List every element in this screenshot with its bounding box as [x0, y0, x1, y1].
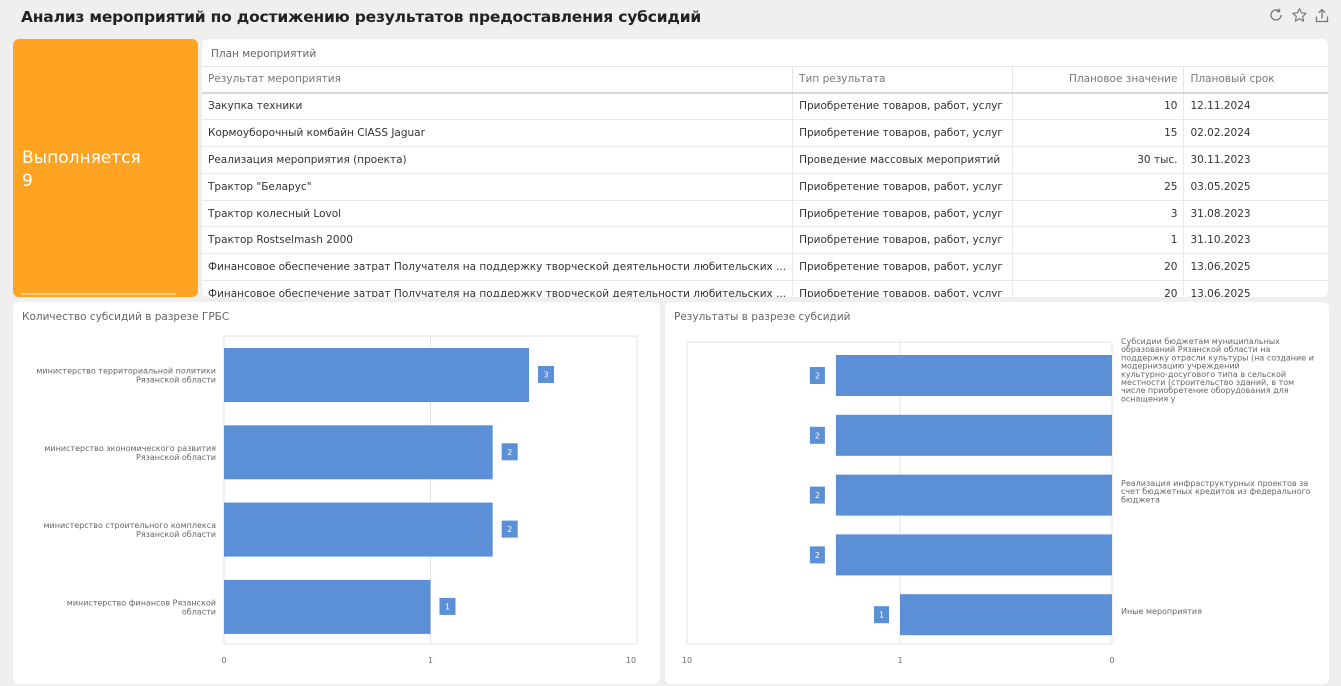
- category-label: министерство строительного комплекса: [44, 521, 217, 530]
- category-label: Рязанской области: [136, 376, 216, 385]
- table-cell: Приобретение товаров, работ, услуг: [792, 119, 1013, 147]
- category-label: оснащения у: [1121, 394, 1176, 403]
- bar[interactable]: [835, 414, 1112, 456]
- table-cell: 20: [1012, 280, 1185, 297]
- table-cell: 30 тыс.: [1012, 146, 1185, 174]
- kpi-label: Выполняется: [22, 148, 141, 168]
- data-label: 1: [879, 611, 884, 620]
- bar[interactable]: [900, 594, 1112, 636]
- category-label: министерство финансов Рязанской: [67, 598, 216, 607]
- table-cell: Приобретение товаров, работ, услуг: [792, 200, 1013, 228]
- x-tick-label: 1: [897, 656, 902, 665]
- results-chart-panel: Результаты в разрезе субсидий 2 2 2 2 1 Субси…: [665, 302, 1329, 684]
- table-cell: 31.10.2023: [1183, 226, 1328, 255]
- table-row[interactable]: Кормоуборочный комбайн ClASS Jaguar Приоб…: [202, 119, 1328, 147]
- toolbar: [1267, 5, 1331, 25]
- table-cell: Закупка техники: [202, 92, 794, 120]
- category-label: Рязанской области: [136, 453, 216, 462]
- table-cell: 15: [1012, 119, 1185, 147]
- table-cell: Приобретение товаров, работ, услуг: [792, 280, 1013, 297]
- bar[interactable]: [835, 474, 1112, 516]
- table-cell: Приобретение товаров, работ, услуг: [792, 173, 1013, 201]
- table-cell: 03.05.2025: [1183, 173, 1328, 201]
- results-bar-chart: 22221Субсидии бюджетам муниципальныхобра…: [682, 337, 1314, 665]
- table-cell: 3: [1012, 200, 1185, 228]
- grbs-bar-chart: 3министерство территориальной политикиРя…: [36, 335, 638, 665]
- data-label: 3: [543, 371, 548, 380]
- kpi-value: 9: [22, 171, 33, 191]
- category-label: министерство территориальной политики: [36, 367, 216, 376]
- table-cell: Реализация мероприятия (проекта): [202, 146, 794, 174]
- category-label: министерство экономического развития: [44, 444, 216, 453]
- table-row[interactable]: Закупка техники Приобретение товаров, раб…: [202, 92, 1328, 120]
- bar[interactable]: [835, 355, 1112, 396]
- table-cell: Трактор колесный Lovol: [202, 200, 794, 228]
- table-row[interactable]: Финансовое обеспечение затрат Получателя…: [202, 280, 1328, 297]
- bar[interactable]: [224, 425, 493, 480]
- table-cell: 20: [1012, 253, 1185, 282]
- table-cell: 31.08.2023: [1183, 200, 1328, 228]
- plan-table-panel: План мероприятий Результат мероприятия Т…: [202, 39, 1328, 297]
- data-label: 2: [815, 372, 820, 381]
- data-label: 1: [445, 602, 450, 611]
- table-row[interactable]: Реализация мероприятия (проекта) Проведен…: [202, 146, 1328, 174]
- kpi-scrollbar[interactable]: [21, 293, 176, 295]
- x-tick-label: 10: [682, 656, 692, 665]
- table-cell: 25: [1012, 173, 1185, 201]
- data-label: 2: [507, 448, 512, 457]
- table-cell: Приобретение товаров, работ, услуг: [792, 253, 1013, 282]
- category-label: Рязанской области: [136, 530, 216, 539]
- table-cell: 02.02.2024: [1183, 119, 1328, 147]
- bar[interactable]: [224, 348, 530, 402]
- table-cell: Трактор Rostselmash 2000: [202, 226, 794, 255]
- x-tick-label: 1: [428, 656, 433, 665]
- table-cell: Трактор "Беларус": [202, 173, 794, 201]
- table-cell: Приобретение товаров, работ, услуг: [792, 226, 1013, 255]
- bar[interactable]: [835, 534, 1112, 576]
- table-cell: Финансовое обеспечение затрат Получателя…: [202, 280, 794, 297]
- column-header[interactable]: Тип результата: [792, 66, 1013, 94]
- x-tick-label: 0: [221, 656, 226, 665]
- share-icon[interactable]: [1313, 5, 1331, 25]
- table-cell: 1: [1012, 226, 1185, 255]
- table-row[interactable]: Финансовое обеспечение затрат Получателя…: [202, 253, 1328, 282]
- table-cell: 12.11.2024: [1183, 92, 1328, 120]
- table-row[interactable]: Трактор колесный Lovol Приобретение товар…: [202, 200, 1328, 228]
- category-label: бюджета: [1121, 495, 1160, 504]
- data-label: 2: [815, 431, 820, 440]
- panel-title: План мероприятий: [211, 48, 317, 60]
- table-cell: 10: [1012, 92, 1185, 120]
- data-label: 2: [507, 525, 512, 534]
- table-header-row: Результат мероприятия Тип результата Пла…: [202, 66, 1328, 94]
- page-title: Анализ мероприятий по достижению результ…: [21, 8, 702, 26]
- bar[interactable]: [224, 502, 493, 557]
- table-cell: Финансовое обеспечение затрат Получателя…: [202, 253, 794, 282]
- bar[interactable]: [224, 579, 431, 634]
- data-label: 2: [815, 491, 820, 500]
- column-header[interactable]: Плановый срок: [1183, 66, 1328, 94]
- plan-table: Результат мероприятия Тип результата Пла…: [202, 66, 1328, 297]
- data-label: 2: [815, 551, 820, 560]
- kpi-tile-in-progress[interactable]: Выполняется 9: [13, 39, 198, 297]
- table-cell: Кормоуборочный комбайн ClASS Jaguar: [202, 119, 794, 147]
- table-row[interactable]: Трактор Rostselmash 2000 Приобретение тов…: [202, 226, 1328, 255]
- grbs-chart-panel: Количество субсидий в разрезе ГРБС 3 мини…: [13, 302, 660, 684]
- category-label: области: [182, 607, 216, 616]
- x-tick-label: 10: [626, 656, 636, 665]
- column-header[interactable]: Плановое значение: [1012, 66, 1185, 94]
- table-row[interactable]: Трактор "Беларус" Приобретение товаров, р…: [202, 173, 1328, 201]
- table-cell: 13.06.2025: [1183, 280, 1328, 297]
- category-label: Иные мероприятия: [1121, 607, 1202, 616]
- table-cell: 13.06.2025: [1183, 253, 1328, 282]
- refresh-icon[interactable]: [1267, 5, 1285, 25]
- table-cell: 30.11.2023: [1183, 146, 1328, 174]
- table-cell: Проведение массовых мероприятий: [792, 146, 1013, 174]
- star-icon[interactable]: [1290, 5, 1308, 25]
- x-tick-label: 0: [1109, 656, 1114, 665]
- column-header[interactable]: Результат мероприятия: [202, 66, 794, 94]
- table-cell: Приобретение товаров, работ, услуг: [792, 92, 1013, 120]
